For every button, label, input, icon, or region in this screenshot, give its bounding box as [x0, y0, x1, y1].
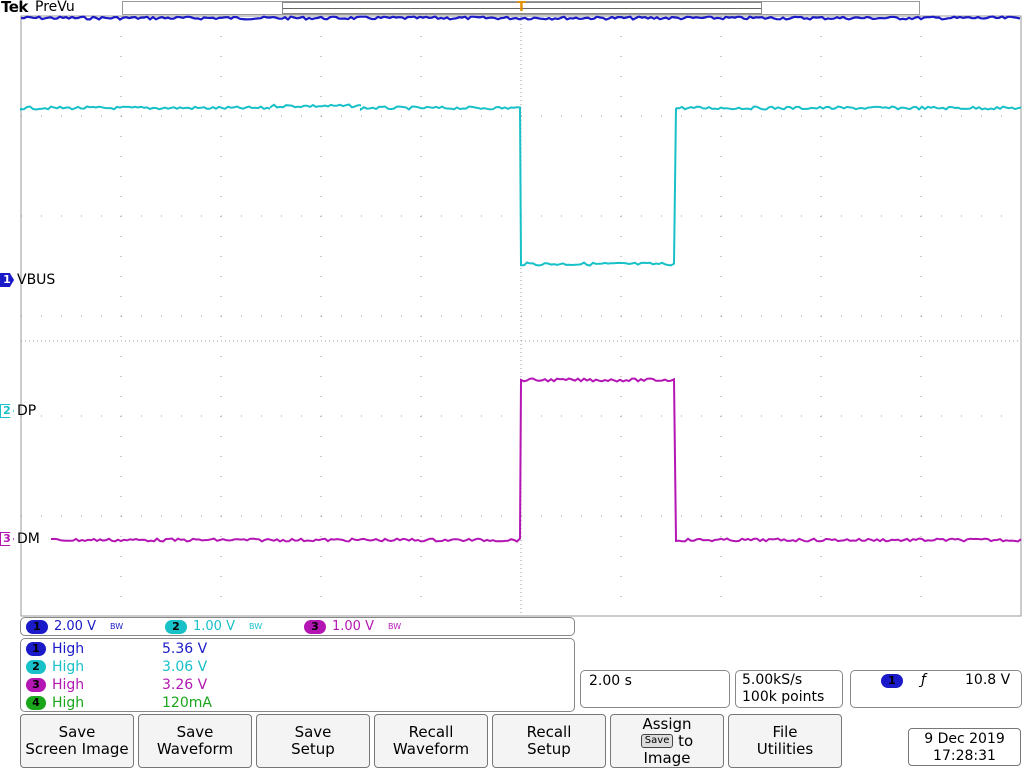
recall-waveform-button[interactable]: Recall Waveform	[374, 714, 488, 768]
trigger-source-badge: 1	[881, 674, 903, 688]
measurement-row[interactable]: 1 High 5.36 V	[26, 640, 207, 658]
save-key-icon: Save	[640, 734, 674, 748]
ch2-trace	[20, 103, 1022, 267]
save-setup-button[interactable]: Save Setup	[256, 714, 370, 768]
channel-2-name: DP	[17, 403, 37, 419]
ch2-scale[interactable]: 2 1.00 V BW	[165, 619, 262, 634]
ch1-bandwidth-limit-icon: BW	[109, 622, 124, 631]
meas-ch1-badge: 1	[26, 642, 46, 656]
meas-value: 120mA	[162, 695, 212, 711]
measurement-panel[interactable]: 1 High 5.36 V 2 High 3.06 V 3 High 3.26 …	[20, 638, 575, 712]
meas-type: High	[52, 659, 85, 675]
channel-3-name: DM	[17, 531, 40, 547]
rising-edge-icon: ƒ	[921, 672, 926, 688]
assign-save-button[interactable]: Assign Save to Image	[610, 714, 724, 768]
ch2-bandwidth-limit-icon: BW	[248, 622, 263, 631]
meas-type: High	[52, 641, 85, 657]
meas-ch4-badge: 4	[26, 696, 46, 710]
record-length: 100k points	[742, 689, 825, 705]
horizontal-scale: 2.00 s	[589, 673, 632, 689]
trigger-readout[interactable]: 1 ƒ 10.8 V	[850, 670, 1022, 708]
channel-1-label[interactable]: 1 VBUS	[0, 272, 55, 288]
ch3-scale[interactable]: 3 1.00 V BW	[304, 619, 401, 634]
channel-1-marker-icon: 1	[0, 273, 14, 287]
btn-line2-group: Save to	[611, 731, 723, 750]
date: 9 Dec 2019	[924, 731, 1005, 747]
time: 17:28:31	[933, 748, 996, 764]
sample-rate: 5.00kS/s	[742, 672, 803, 688]
btn-line2: Utilities	[756, 740, 814, 758]
date-time-display[interactable]: 9 Dec 2019 17:28:31	[908, 728, 1021, 766]
ch1-scale[interactable]: 1 2.00 V BW	[26, 619, 123, 634]
meas-ch2-badge: 2	[26, 660, 46, 674]
btn-line2: Setup	[291, 740, 335, 758]
channel-2-marker-icon: 2	[0, 404, 14, 418]
meas-value: 5.36 V	[162, 641, 208, 657]
ch1-badge: 1	[26, 619, 48, 634]
btn-line1: Recall	[526, 723, 572, 741]
btn-line1: Recall	[408, 723, 454, 741]
measurement-row[interactable]: 4 High 120mA	[26, 694, 212, 712]
btn-line2: Screen Image	[25, 740, 129, 758]
save-screen-image-button[interactable]: Save Screen Image	[20, 714, 134, 768]
channel-2-label[interactable]: 2 DP	[0, 403, 36, 419]
btn-line2: Waveform	[392, 740, 470, 758]
acquisition-readout[interactable]: 5.00kS/s 100k points	[735, 670, 843, 708]
vertical-scale-readout[interactable]: 1 2.00 V BW 2 1.00 V BW 3 1.00 V BW	[20, 617, 575, 636]
measurement-row[interactable]: 2 High 3.06 V	[26, 658, 207, 676]
btn-line1: Assign	[642, 714, 692, 733]
trigger-level: 10.8 V	[965, 672, 1011, 688]
channel-1-name: VBUS	[17, 272, 56, 288]
btn-line2: Setup	[527, 740, 571, 758]
meas-ch3-badge: 3	[26, 678, 46, 692]
btn-line1: Save	[176, 723, 214, 741]
ch2-scale-value: 1.00 V	[193, 619, 235, 634]
btn-line1: Save	[58, 723, 96, 741]
btn-line1: Save	[294, 723, 332, 741]
btn-line3: Image	[643, 748, 691, 767]
meas-type: High	[52, 677, 85, 693]
btn-line1: File	[772, 723, 798, 741]
save-waveform-button[interactable]: Save Waveform	[138, 714, 252, 768]
ch3-bandwidth-limit-icon: BW	[387, 622, 402, 631]
channel-3-label[interactable]: 3 DM	[0, 531, 40, 547]
btn-line2: to	[678, 731, 694, 750]
meas-type: High	[52, 695, 85, 711]
ch3-scale-value: 1.00 V	[332, 619, 374, 634]
timebase-readout[interactable]: 2.00 s	[580, 670, 730, 708]
file-utilities-button[interactable]: File Utilities	[728, 714, 842, 768]
recall-setup-button[interactable]: Recall Setup	[492, 714, 606, 768]
ch3-trace	[51, 377, 1022, 543]
meas-value: 3.26 V	[162, 677, 208, 693]
waveform-traces	[20, 15, 1022, 543]
ch2-badge: 2	[165, 619, 187, 634]
ch3-badge: 3	[304, 619, 326, 634]
ch1-scale-value: 2.00 V	[54, 619, 96, 634]
btn-line2: Waveform	[156, 740, 234, 758]
measurement-row[interactable]: 3 High 3.26 V	[26, 676, 207, 694]
channel-3-marker-icon: 3	[0, 532, 14, 546]
meas-value: 3.06 V	[162, 659, 208, 675]
